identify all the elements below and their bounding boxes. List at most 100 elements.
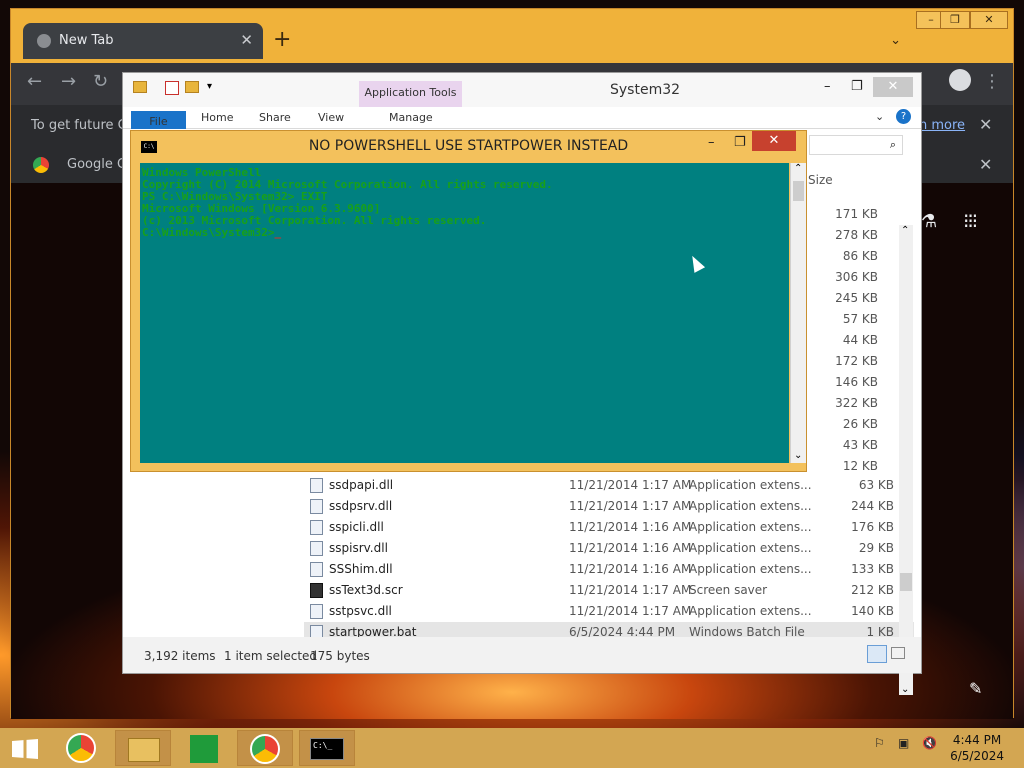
windows-logo-icon: [12, 739, 38, 759]
explorer-maximize-button[interactable]: ❐: [851, 79, 863, 94]
flag-icon[interactable]: ⚐: [874, 736, 885, 750]
console-scrollbar[interactable]: ⌃ ⌄: [790, 163, 806, 463]
taskbar-chrome[interactable]: [54, 730, 110, 766]
labs-flask-icon[interactable]: ⚗: [921, 211, 937, 232]
dll-file-icon: [310, 604, 323, 619]
back-icon[interactable]: ←: [27, 71, 42, 92]
info-close-icon[interactable]: ✕: [979, 115, 992, 134]
tab-title: New Tab: [59, 33, 114, 48]
cmd-icon: C:\_: [310, 738, 344, 760]
chrome-titlebar: New Tab ✕ + ⌄ – ❐ ✕: [11, 9, 1013, 63]
clock-time: 4:44 PM: [952, 733, 1002, 747]
size-cell: 278 KB: [835, 228, 878, 242]
scrollbar-thumb[interactable]: [793, 181, 804, 201]
size-cell: 26 KB: [842, 417, 878, 431]
forward-icon[interactable]: →: [61, 71, 76, 92]
size-cell: 12 KB: [842, 459, 878, 473]
size-cell: 44 KB: [842, 333, 878, 347]
text-cursor: _: [274, 226, 282, 239]
scroll-up-icon[interactable]: ⌃: [901, 225, 909, 236]
taskbar-chrome-2[interactable]: [237, 730, 293, 766]
network-icon[interactable]: ▣: [898, 736, 909, 750]
selection-count: 1 item selected: [224, 649, 318, 663]
quick-access-dropdown-icon[interactable]: ▾: [207, 81, 212, 92]
scrollbar-thumb[interactable]: [900, 573, 912, 591]
explorer-titlebar: ▾ Application Tools System32 – ❐ ✕: [123, 73, 921, 107]
globe-icon: [37, 34, 51, 48]
ribbon-expand-chevron-icon[interactable]: ⌄: [875, 110, 884, 123]
cmd-maximize-button[interactable]: ❐: [734, 135, 746, 150]
new-tab-button[interactable]: +: [273, 27, 291, 52]
size-cell: 306 KB: [835, 270, 878, 284]
reload-icon[interactable]: ↻: [93, 71, 108, 92]
tab-view[interactable]: View: [318, 111, 344, 124]
taskbar-file-explorer[interactable]: [115, 730, 171, 766]
table-row[interactable]: sstpsvc.dll 11/21/2014 1:17 AM Application…: [304, 601, 914, 622]
size-cell: 86 KB: [842, 249, 878, 263]
cmd-window: C:\ NO POWERSHELL USE STARTPOWER INSTEAD…: [130, 130, 807, 472]
details-view-icon[interactable]: [867, 645, 887, 663]
edit-pencil-icon[interactable]: ✎: [969, 679, 982, 698]
explorer-close-button[interactable]: ✕: [873, 77, 913, 97]
tab-share[interactable]: Share: [259, 111, 291, 124]
tab-new-tab[interactable]: New Tab ✕: [23, 23, 263, 59]
dll-file-icon: [310, 478, 323, 493]
cmd-minimize-button[interactable]: –: [708, 135, 715, 150]
chrome-close-button[interactable]: ✕: [970, 11, 1008, 29]
new-folder-icon[interactable]: [185, 81, 199, 93]
size-column-header[interactable]: Size: [808, 173, 833, 187]
search-input[interactable]: ⌕: [809, 135, 903, 155]
dll-file-icon: [310, 499, 323, 514]
tab-manage[interactable]: Manage: [389, 111, 433, 124]
table-row[interactable]: ssdpsrv.dll 11/21/2014 1:17 AM Application…: [304, 496, 914, 517]
console-output[interactable]: Windows PowerShell Copyright (C) 2014 Mi…: [140, 163, 789, 463]
scroll-down-icon[interactable]: ⌄: [901, 684, 909, 695]
application-tools-label: Application Tools: [359, 81, 462, 107]
properties-icon[interactable]: [165, 81, 179, 95]
tab-home[interactable]: Home: [201, 111, 233, 124]
chrome-logo-icon: [66, 733, 96, 763]
taskbar-store[interactable]: [176, 730, 232, 766]
item-count: 3,192 items: [144, 649, 216, 663]
dll-file-icon: [310, 520, 323, 535]
size-cell: 171 KB: [835, 207, 878, 221]
size-cell: 172 KB: [835, 354, 878, 368]
avatar[interactable]: [949, 69, 971, 91]
size-cell: 146 KB: [835, 375, 878, 389]
table-row[interactable]: sspisrv.dll 11/21/2014 1:16 AM Application…: [304, 538, 914, 559]
taskbar: C:\_ ⚐ ▣ 🔇 4:44 PM 6/5/2024: [0, 728, 1024, 768]
start-button[interactable]: [0, 730, 50, 766]
table-row[interactable]: SSShim.dll 11/21/2014 1:16 AM Application …: [304, 559, 914, 580]
clock[interactable]: 4:44 PM 6/5/2024: [950, 732, 1004, 764]
folder-icon: [133, 81, 147, 93]
cmd-title: NO POWERSHELL USE STARTPOWER INSTEAD: [308, 138, 629, 154]
help-icon[interactable]: ?: [896, 109, 911, 124]
ribbon-tabs: File Home Share View Manage ⌄ ?: [123, 107, 921, 133]
size-cell: 57 KB: [842, 312, 878, 326]
console-prompt: C:\Windows\System32>_: [142, 227, 787, 239]
search-icon: ⌕: [889, 138, 896, 151]
size-cell: 322 KB: [835, 396, 878, 410]
selection-size: 175 bytes: [310, 649, 370, 663]
scroll-up-icon[interactable]: ⌃: [794, 163, 802, 174]
store-icon: [190, 735, 218, 763]
menu-dots-icon[interactable]: ⋮: [983, 71, 1001, 92]
large-icons-view-icon[interactable]: [891, 647, 905, 659]
explorer-minimize-button[interactable]: –: [824, 79, 831, 94]
apps-grid-icon[interactable]: ⁝⁝⁝: [963, 209, 978, 233]
info-bar-text: To get future Go: [31, 118, 136, 133]
chrome-maximize-button[interactable]: ❐: [940, 11, 970, 29]
table-row[interactable]: ssdpapi.dll 11/21/2014 1:17 AM Application…: [304, 475, 914, 496]
tab-close-icon[interactable]: ✕: [240, 31, 253, 49]
bookmark-close-icon[interactable]: ✕: [979, 155, 992, 174]
taskbar-cmd[interactable]: C:\_: [299, 730, 355, 766]
table-row[interactable]: ssText3d.scr 11/21/2014 1:17 AM Screen sav…: [304, 580, 914, 601]
scroll-down-icon[interactable]: ⌄: [794, 450, 802, 461]
cmd-close-button[interactable]: ✕: [752, 131, 796, 151]
table-row[interactable]: sspicli.dll 11/21/2014 1:16 AM Application…: [304, 517, 914, 538]
chrome-logo-icon: [250, 734, 280, 764]
learn-more-link[interactable]: n more: [919, 118, 965, 133]
tab-search-chevron-icon[interactable]: ⌄: [890, 33, 901, 48]
file-list-scrollbar[interactable]: ⌃ ⌄: [899, 225, 913, 695]
volume-muted-icon[interactable]: 🔇: [922, 736, 937, 750]
